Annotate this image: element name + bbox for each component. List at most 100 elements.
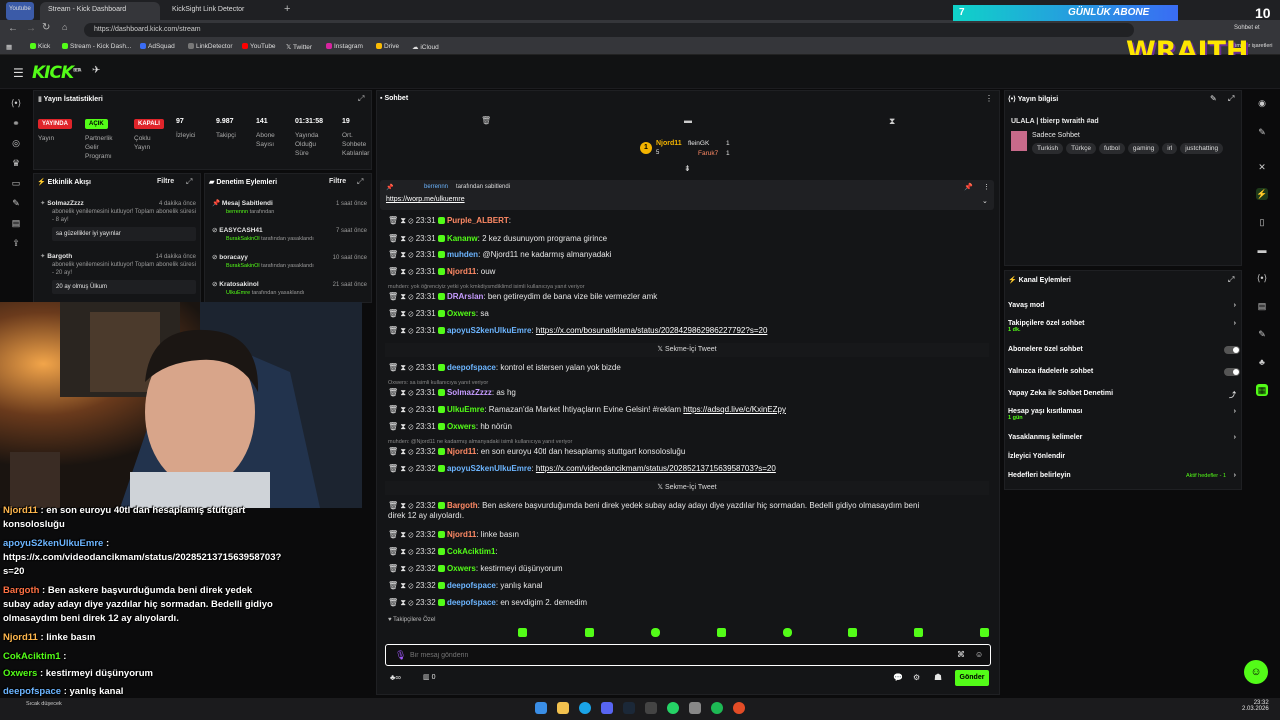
kick-logo[interactable]: KICKBETA	[32, 63, 81, 83]
chat-menu-icon[interactable]: ⋮	[985, 94, 993, 103]
pin-icon[interactable]: ✈	[92, 65, 100, 76]
delete-icon[interactable]: 🗑	[388, 326, 400, 335]
whatsapp-icon[interactable]	[667, 702, 679, 714]
message-username[interactable]: Njord11	[447, 530, 476, 539]
expand-icon[interactable]: ⤢	[186, 177, 192, 187]
chat-message[interactable]: 🗑 ⧗ ⊘ 23:32 Oxwers: kestirmeyi düşünyoru…	[388, 564, 988, 574]
message-username[interactable]: apoyuS2kenUlkuEmre	[447, 326, 531, 335]
sohbet-et-button[interactable]: Sohbet et	[1234, 25, 1260, 31]
chat-message[interactable]: 🗑 ⧗ ⊘ 23:31 muhden: @Njord11 ne kadarmış…	[388, 250, 988, 260]
ban-icon[interactable]: ⊘	[408, 581, 415, 590]
edit-icon[interactable]: ✎	[1210, 94, 1217, 103]
delete-icon[interactable]: 🗑	[388, 501, 400, 510]
send-button[interactable]: Gönder	[955, 670, 989, 686]
delete-icon[interactable]: 🗑	[388, 234, 400, 243]
link-icon[interactable]: ⚭	[10, 117, 22, 129]
channel-action-row[interactable]: Hesap yaşı kısıtlaması 1 gün ›	[1008, 408, 1240, 422]
chat-input-field[interactable]	[410, 649, 930, 661]
channel-action-row[interactable]: Abonelere özel sohbet	[1008, 346, 1240, 360]
chat-message[interactable]: 🗑 ⧗ ⊘ 23:31 apoyuS2kenUlkuEmre: https://…	[388, 326, 988, 336]
pencil-icon[interactable]: ✎	[1256, 126, 1268, 138]
expand-icon[interactable]: ⤢	[1228, 275, 1234, 285]
message-username[interactable]: apoyuS2kenUlkuEmre	[447, 464, 531, 473]
upload-icon[interactable]: ⇪	[10, 237, 22, 249]
tag[interactable]: futbol	[1098, 143, 1125, 154]
message-username[interactable]: CokAciktim1	[447, 547, 495, 556]
apps-icon[interactable]: ▦	[6, 43, 12, 51]
users-icon[interactable]: ♣	[1256, 356, 1268, 368]
tab-link-detector[interactable]: KickSight Link Detector	[164, 2, 276, 20]
delete-icon[interactable]: 🗑	[388, 530, 400, 539]
message-username[interactable]: Oxwers	[447, 564, 476, 573]
edge-icon[interactable]	[579, 702, 591, 714]
delete-icon[interactable]: 🗑	[388, 447, 400, 456]
channel-action-row[interactable]: Hedefleri belirleyin Aktif hedefler - 1 ›	[1008, 472, 1240, 486]
message-link[interactable]: https://x.com/videodancikmam/status/2028…	[536, 464, 776, 473]
ban-icon[interactable]: ⊘	[408, 250, 415, 259]
chat-message[interactable]: 🗑 ⧗ ⊘ 23:31 deepofspace: kontrol et iste…	[388, 363, 988, 373]
inline-tweet-button[interactable]: 𝕏 Sekme-İçi Tweet	[385, 343, 989, 357]
chrome-icon[interactable]	[733, 702, 745, 714]
message-username[interactable]: Kananw	[447, 234, 478, 243]
message-icon[interactable]: ▬	[684, 116, 692, 125]
message-username[interactable]: SolmazZzzz	[447, 388, 492, 397]
home-icon[interactable]: ⌂	[62, 22, 67, 32]
delete-icon[interactable]: 🗑	[388, 464, 400, 473]
message-username[interactable]: Njord11	[447, 447, 476, 456]
category-name[interactable]: Sadece Sohbet	[1032, 132, 1080, 139]
chat-message[interactable]: 🗑 ⧗ ⊘ 23:31 Kananw: 2 kez dusunuyom prog…	[388, 234, 988, 244]
trophy-icon[interactable]: ♛	[10, 157, 22, 169]
channel-action-row[interactable]: İzleyici Yönlendir	[1008, 453, 1240, 467]
message-link[interactable]: https://adsqd.live/c/KxinEZpy	[683, 405, 786, 414]
ban-icon[interactable]: ⊘	[408, 447, 415, 456]
command-icon[interactable]: ⌘	[957, 650, 965, 659]
mod-filter-button[interactable]: Filtre	[329, 178, 346, 185]
windows-start-icon[interactable]	[535, 702, 547, 714]
activity-filter-button[interactable]: Filtre	[157, 178, 174, 185]
menu-icon[interactable]: ☰	[13, 66, 24, 80]
forward-icon[interactable]: →	[26, 23, 36, 34]
settings-icon[interactable]: ⚙	[913, 673, 920, 682]
emote-icon[interactable]	[518, 628, 527, 637]
chat-message[interactable]: 🗑 ⧗ ⊘ 23:31 UlkuEmre: Ramazan'da Market …	[388, 405, 988, 415]
steam-icon[interactable]	[623, 702, 635, 714]
ban-icon[interactable]: ⊘	[408, 530, 415, 539]
terminal-icon[interactable]	[645, 702, 657, 714]
eye-icon[interactable]: ◉	[1256, 97, 1268, 109]
tab-kick-dashboard[interactable]: Stream - Kick Dashboard	[40, 2, 160, 20]
ban-icon[interactable]: ⊘	[408, 234, 415, 243]
delete-icon[interactable]: 🗑	[388, 250, 400, 259]
users-icon[interactable]: ♣∞	[390, 673, 401, 682]
bookmark-kick[interactable]: Kick	[30, 43, 50, 50]
ban-icon[interactable]: ⊘	[408, 267, 415, 276]
chat-message[interactable]: 🗑 ⧗ ⊘ 23:31 Njord11: ouw	[388, 267, 988, 277]
emoji-icon[interactable]: ☺	[975, 650, 983, 659]
bookmark-youtube[interactable]: YouTube	[242, 43, 276, 50]
chat-message[interactable]: 🗑 ⧗ ⊘ 23:32 deepofspace: yanlış kanal	[388, 581, 988, 591]
channel-action-row[interactable]: Yapay Zeka ile Sohbet Denetimi ⤴	[1008, 390, 1240, 404]
emote-icon[interactable]	[848, 628, 857, 637]
tag[interactable]: gaming	[1127, 143, 1160, 154]
robot-icon[interactable]: ☗	[934, 672, 942, 683]
tag[interactable]: irl	[1162, 143, 1178, 154]
ban-icon[interactable]: ⊘	[408, 309, 415, 318]
pinned-link[interactable]: https://worp.me/ulkuemre	[386, 196, 465, 203]
chat-message[interactable]: 🗑 ⧗ ⊘ 23:32 deepofspace: en sevdigim 2. …	[388, 598, 988, 608]
ban-icon[interactable]: ⊘	[408, 564, 415, 573]
chat-message[interactable]: 🗑 ⧗ ⊘ 23:31 Purple_ALBERT:	[388, 216, 988, 226]
chat-icon[interactable]: ▬	[1256, 244, 1268, 256]
chat-message[interactable]: 🗑 ⧗ ⊘ 23:32 apoyuS2kenUlkuEmre: https://…	[388, 464, 988, 474]
channel-action-row[interactable]: Yasaklanmış kelimeler ›	[1008, 434, 1240, 448]
emote-icon[interactable]	[783, 628, 792, 637]
emote-icon[interactable]	[980, 628, 989, 637]
globe-icon[interactable]: ◎	[10, 137, 22, 149]
app-icon[interactable]	[689, 702, 701, 714]
ban-icon[interactable]: ⊘	[408, 363, 415, 372]
delete-icon[interactable]: 🗑	[388, 267, 400, 276]
delete-icon[interactable]: 🗑	[388, 422, 400, 431]
message-username[interactable]: Bargoth	[447, 501, 478, 510]
chat-message[interactable]: 🗑 ⧗ ⊘ 23:31 DRArslan: ben getireydim de …	[388, 292, 988, 302]
close-icon[interactable]: ✕	[1256, 161, 1268, 173]
message-username[interactable]: deepofspace	[447, 363, 496, 372]
bookmark-linkdetector[interactable]: LinkDetector	[188, 43, 233, 50]
